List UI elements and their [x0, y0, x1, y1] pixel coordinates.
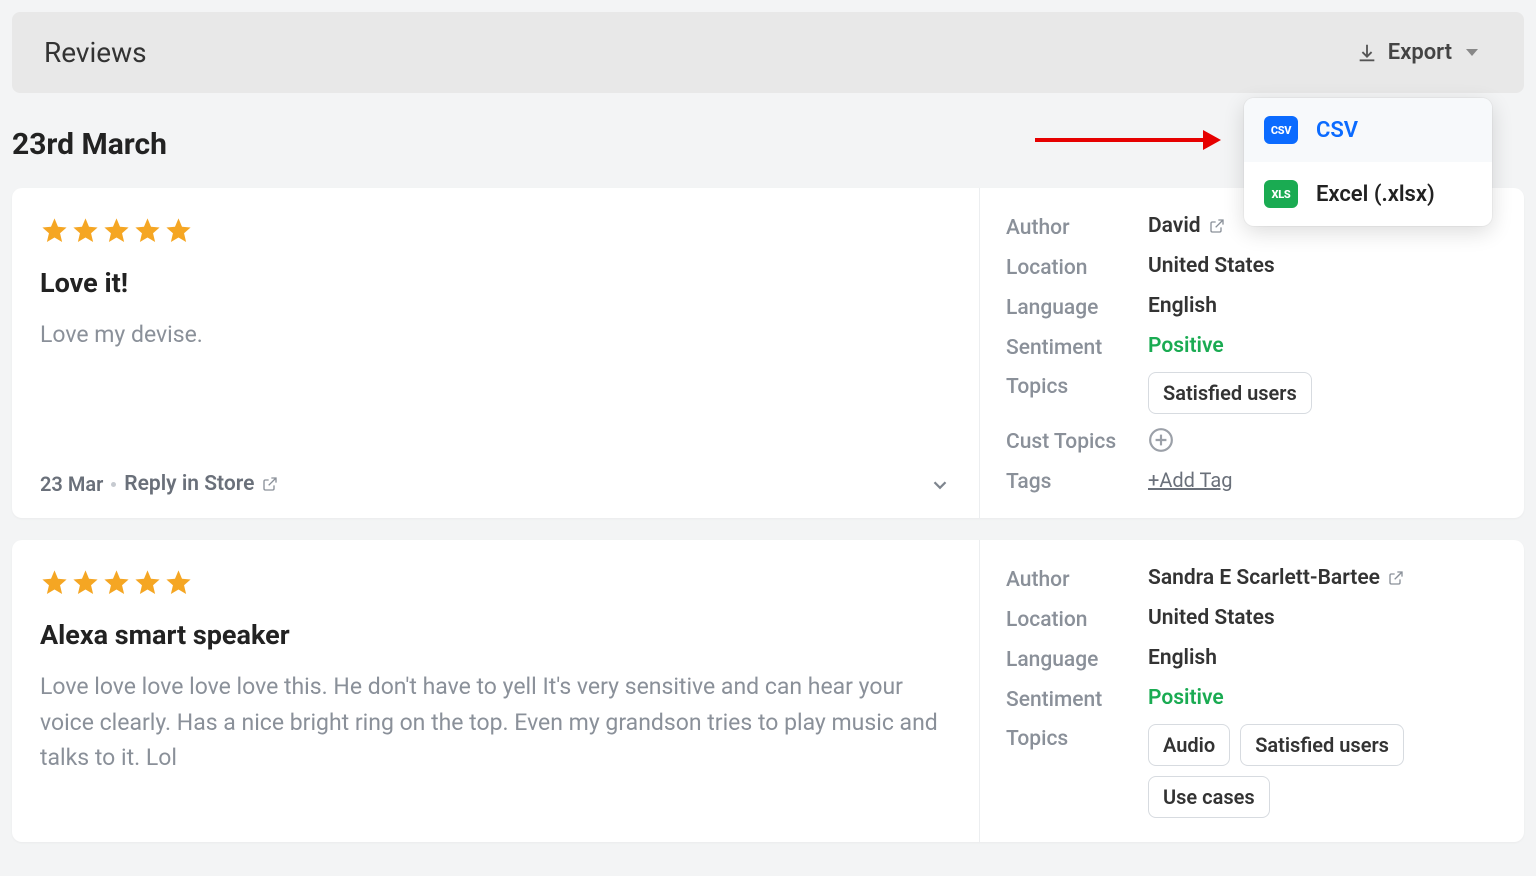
meta-label-language: Language	[1006, 293, 1148, 320]
review-meta: Author Sandra E Scarlett-Bartee Location…	[980, 540, 1524, 842]
author-name: David	[1148, 214, 1201, 238]
export-button[interactable]: Export	[1342, 32, 1492, 73]
external-link-icon	[1209, 218, 1225, 234]
review-date: 23 Mar	[40, 472, 103, 496]
add-custom-topic-button[interactable]	[1148, 427, 1174, 453]
star-icon	[40, 568, 69, 597]
external-link-icon	[262, 476, 278, 492]
star-icon	[40, 216, 69, 245]
review-body: Love my devise.	[40, 317, 951, 438]
xls-icon: XLS	[1264, 180, 1298, 208]
reviews-header: Reviews Export CSV CSV XLS Excel (.xlsx	[12, 12, 1524, 93]
meta-label-language: Language	[1006, 645, 1148, 672]
star-icon	[71, 568, 100, 597]
meta-value-language: English	[1148, 294, 1217, 318]
meta-label-topics: Topics	[1006, 372, 1148, 399]
star-icon	[133, 568, 162, 597]
star-rating	[40, 216, 951, 245]
meta-label-topics: Topics	[1006, 724, 1148, 751]
star-icon	[164, 216, 193, 245]
meta-value-language: English	[1148, 646, 1217, 670]
panel-title: Reviews	[44, 36, 147, 69]
export-option-csv[interactable]: CSV CSV	[1244, 98, 1492, 162]
meta-value-location: United States	[1148, 606, 1275, 630]
export-option-label: CSV	[1316, 118, 1358, 143]
star-icon	[133, 216, 162, 245]
export-label: Export	[1388, 40, 1452, 65]
topics-chips: Satisfied users	[1148, 372, 1312, 414]
review-meta: Author David Location United States Lang…	[980, 188, 1524, 518]
review-body: Love love love love love this. He don't …	[40, 669, 951, 820]
meta-value-sentiment: Positive	[1148, 334, 1224, 358]
review-card: Love it! Love my devise. 23 Mar Reply in…	[12, 188, 1524, 518]
topic-chip[interactable]: Satisfied users	[1240, 724, 1404, 766]
star-icon	[164, 568, 193, 597]
star-icon	[71, 216, 100, 245]
chevron-down-icon	[1466, 49, 1478, 56]
meta-value-location: United States	[1148, 254, 1275, 278]
author-link[interactable]: Sandra E Scarlett-Bartee	[1148, 566, 1404, 590]
topics-chips: Audio Satisfied users Use cases	[1148, 724, 1498, 818]
star-icon	[102, 216, 131, 245]
export-dropdown: CSV CSV XLS Excel (.xlsx)	[1244, 98, 1492, 226]
meta-label-author: Author	[1006, 565, 1148, 592]
expand-toggle[interactable]	[929, 474, 951, 496]
review-main: Alexa smart speaker Love love love love …	[12, 540, 980, 842]
review-title: Alexa smart speaker	[40, 619, 951, 651]
review-title: Love it!	[40, 267, 951, 299]
reply-in-store-link[interactable]: Reply in Store	[124, 472, 278, 496]
author-link[interactable]: David	[1148, 214, 1225, 238]
export-option-excel[interactable]: XLS Excel (.xlsx)	[1244, 162, 1492, 226]
external-link-icon	[1388, 570, 1404, 586]
topic-chip[interactable]: Satisfied users	[1148, 372, 1312, 414]
star-icon	[102, 568, 131, 597]
review-main: Love it! Love my devise. 23 Mar Reply in…	[12, 188, 980, 518]
annotation-arrow	[1035, 128, 1221, 152]
dot-separator	[111, 482, 116, 487]
reply-link-label: Reply in Store	[124, 472, 254, 496]
topic-chip[interactable]: Use cases	[1148, 776, 1270, 818]
meta-label-location: Location	[1006, 253, 1148, 280]
topic-chip[interactable]: Audio	[1148, 724, 1230, 766]
add-tag-link[interactable]: +Add Tag	[1148, 468, 1232, 492]
meta-label-location: Location	[1006, 605, 1148, 632]
meta-label-tags: Tags	[1006, 467, 1148, 494]
review-card: Alexa smart speaker Love love love love …	[12, 540, 1524, 842]
export-option-label: Excel (.xlsx)	[1316, 182, 1435, 207]
meta-label-sentiment: Sentiment	[1006, 685, 1148, 712]
meta-label-author: Author	[1006, 213, 1148, 240]
star-rating	[40, 568, 951, 597]
csv-icon: CSV	[1264, 116, 1298, 144]
download-icon	[1356, 42, 1378, 64]
meta-label-cust-topics: Cust Topics	[1006, 427, 1148, 454]
meta-value-sentiment: Positive	[1148, 686, 1224, 710]
meta-label-sentiment: Sentiment	[1006, 333, 1148, 360]
author-name: Sandra E Scarlett-Bartee	[1148, 566, 1380, 590]
